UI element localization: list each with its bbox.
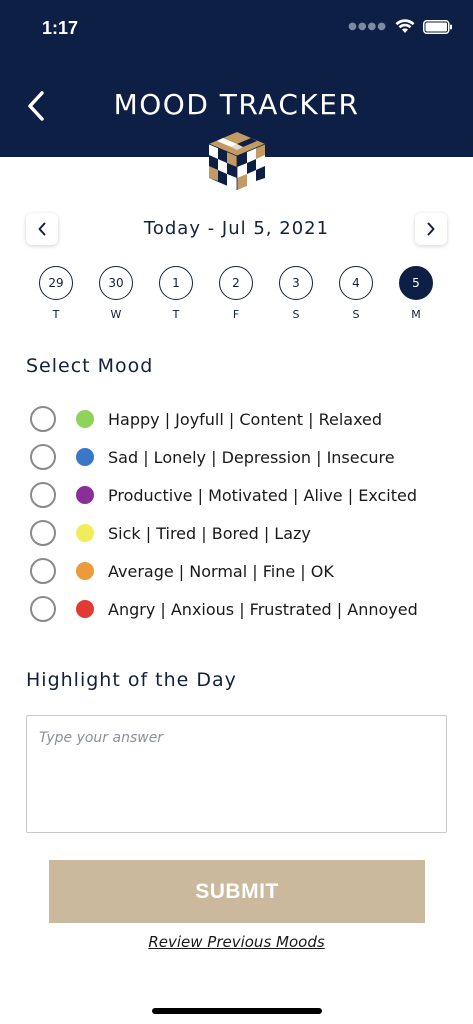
day-letter: S [352,308,360,321]
cube-logo-icon [208,132,266,190]
day-letter: W [110,308,122,321]
day-number: 3 [279,266,313,300]
mood-option-angry[interactable]: Angry | Anxious | Frustrated | Annoyed [30,592,450,626]
day-letter: T [52,308,60,321]
answer-placeholder: Type your answer [39,730,164,746]
radio-button[interactable] [30,406,56,432]
day-letter: F [232,308,240,321]
day-item[interactable]: 2 F [218,266,254,321]
day-number: 5 [399,266,433,300]
day-number: 29 [39,266,73,300]
mood-option-sick[interactable]: Sick | Tired | Bored | Lazy [30,516,450,550]
mood-option-happy[interactable]: Happy | Joyfull | Content | Relaxed [30,402,450,436]
mood-color-dot [76,486,94,504]
chevron-left-icon [38,222,46,236]
mood-option-label: Angry | Anxious | Frustrated | Annoyed [108,599,418,619]
next-day-button[interactable] [415,213,447,245]
day-letter: T [172,308,180,321]
mood-color-dot [76,600,94,618]
mood-option-label: Average | Normal | Fine | OK [108,561,334,581]
day-item[interactable]: 1 T [158,266,194,321]
mood-option-sad[interactable]: Sad | Lonely | Depression | Insecure [30,440,450,474]
mood-option-label: Productive | Motivated | Alive | Excited [108,485,418,505]
day-item[interactable]: 30 W [98,266,134,321]
mood-option-label: Sad | Lonely | Depression | Insecure [108,447,395,467]
mood-color-dot [76,524,94,542]
radio-button[interactable] [30,482,56,508]
submit-button[interactable]: SUBMIT [49,860,425,923]
review-previous-moods-link[interactable]: Review Previous Moods [0,933,473,951]
mood-option-label: Happy | Joyfull | Content | Relaxed [108,409,383,429]
highlight-heading: Highlight of the Day [26,669,237,691]
mood-color-dot [76,448,94,466]
radio-button[interactable] [30,444,56,470]
wifi-icon [395,19,415,33]
select-mood-heading: Select Mood [26,355,154,377]
day-letter: S [292,308,300,321]
highlight-answer-input[interactable]: Type your answer [26,715,447,833]
day-number: 2 [219,266,253,300]
page-title: MOOD TRACKER [113,88,360,121]
mood-option-productive[interactable]: Productive | Motivated | Alive | Excited [30,478,450,512]
radio-button[interactable] [30,596,56,622]
day-number: 1 [159,266,193,300]
date-navigator: Today - Jul 5, 2021 [26,213,447,245]
current-date-label: Today - Jul 5, 2021 [143,218,330,239]
day-item[interactable]: 29 T [38,266,74,321]
week-day-selector: 29 T 30 W 1 T 2 F 3 S 4 S 5 M [38,266,436,326]
status-icons: ●●●● [348,19,453,34]
day-item[interactable]: 3 S [278,266,314,321]
day-number: 4 [339,266,373,300]
day-item-selected[interactable]: 5 M [398,266,434,321]
status-time: 1:17 [42,18,79,38]
battery-icon [423,19,452,34]
cellular-dots-icon: ●●●● [348,21,387,32]
mood-color-dot [76,410,94,428]
mood-option-average[interactable]: Average | Normal | Fine | OK [30,554,450,588]
day-letter: M [411,308,421,321]
chevron-right-icon [427,222,435,236]
mood-color-dot [76,562,94,580]
mood-option-label: Sick | Tired | Bored | Lazy [108,523,311,543]
home-indicator [152,1008,322,1014]
radio-button[interactable] [30,558,56,584]
radio-button[interactable] [30,520,56,546]
day-number: 30 [99,266,133,300]
day-item[interactable]: 4 S [338,266,374,321]
previous-day-button[interactable] [26,213,58,245]
